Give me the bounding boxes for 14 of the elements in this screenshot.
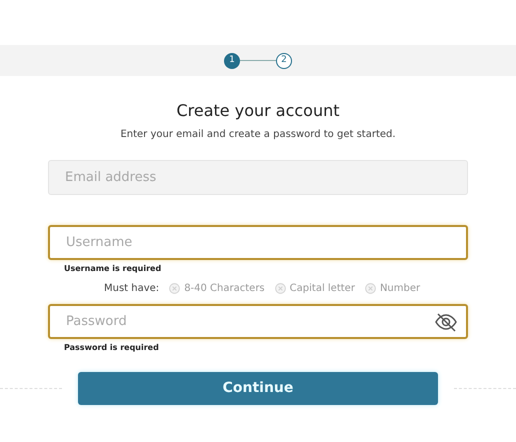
error-message: Password is required	[64, 342, 160, 354]
error-message: Username is required	[64, 263, 162, 275]
input-field[interactable]: Password	[48, 304, 468, 339]
requirement-text: 8-40 Characters	[184, 282, 265, 296]
requirements-label: Must have:	[104, 282, 160, 296]
continue-button[interactable]: Continue	[78, 372, 438, 405]
requirement-text: Number	[380, 282, 420, 296]
page-subtitle: Enter your email and create a password to get started.	[120, 128, 396, 142]
step-indicator: 1	[224, 52, 240, 68]
page-title: Create your account	[176, 100, 340, 122]
requirement-text: Capital letter	[290, 282, 355, 296]
input-field[interactable]: Username	[48, 225, 468, 260]
step-indicator: 2	[276, 52, 292, 68]
eye-slash-icon[interactable]	[434, 312, 458, 332]
